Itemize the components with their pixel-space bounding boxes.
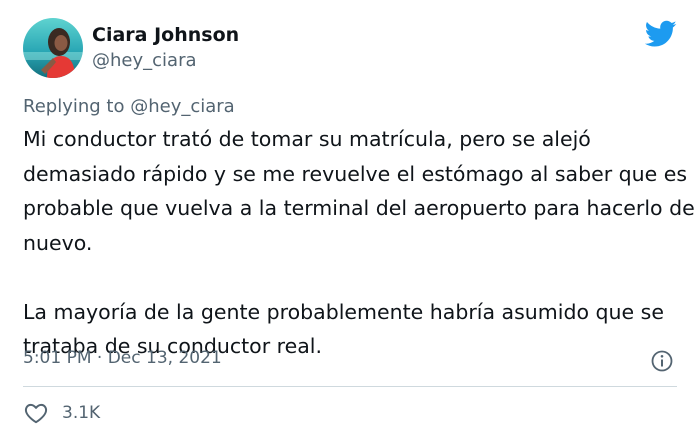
tweet-paragraph-1: Mi conductor trató de tomar su matrícula… [23, 127, 695, 255]
twitter-bird-icon[interactable] [645, 20, 677, 48]
tweet-text: Mi conductor trató de tomar su matrícula… [23, 122, 695, 364]
timestamp-separator: · [96, 348, 103, 368]
divider [23, 386, 677, 387]
author-name[interactable]: Ciara Johnson [92, 24, 239, 46]
like-count: 3.1K [62, 403, 101, 423]
avatar-image [23, 18, 83, 78]
tweet-date: Dec 13, 2021 [107, 348, 222, 368]
info-icon[interactable] [650, 349, 674, 373]
tweet-time: 5:01 PM [23, 348, 92, 368]
tweet-timestamp[interactable]: 5:01 PM · Dec 13, 2021 [23, 348, 222, 368]
tweet-card: Ciara Johnson @hey_ciara Replying to @he… [0, 0, 700, 442]
replying-to-label: Replying to [23, 96, 125, 117]
avatar[interactable] [23, 18, 83, 78]
author-handle[interactable]: @hey_ciara [92, 50, 197, 71]
replying-to: Replying to @hey_ciara [23, 96, 235, 117]
replying-to-handle-link[interactable]: @hey_ciara [130, 96, 235, 117]
heart-icon[interactable] [23, 400, 49, 426]
